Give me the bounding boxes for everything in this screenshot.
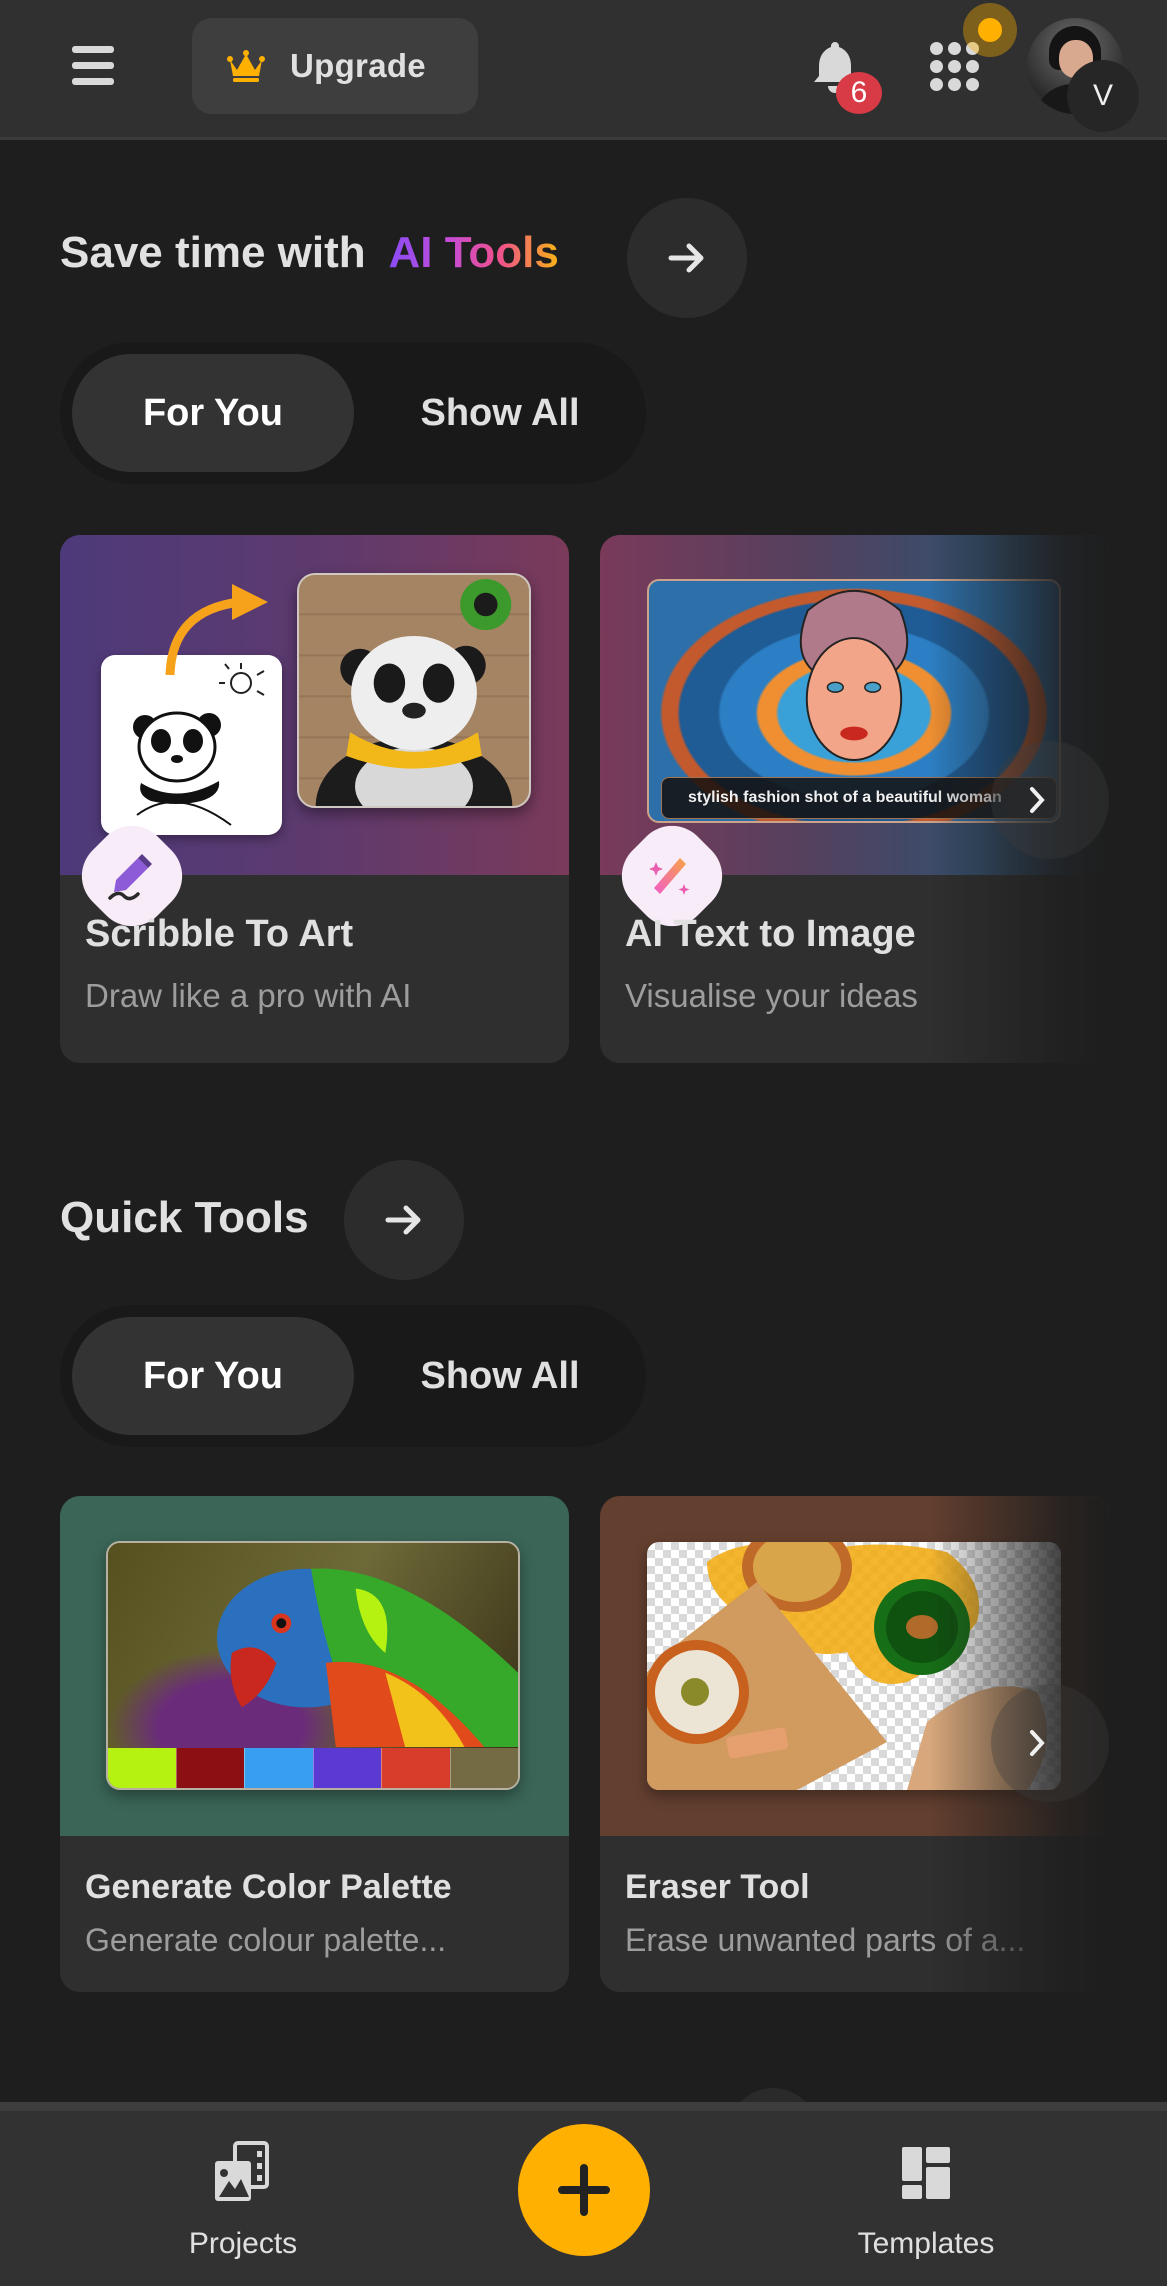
quick-tools-filter-tabs: For You Show All <box>60 1305 646 1447</box>
projects-media-icon <box>215 2141 269 2201</box>
panda-sketch-icon <box>133 663 265 826</box>
top-app-bar: Upgrade 6 V <box>0 0 1167 140</box>
nav-projects[interactable]: Projects <box>133 2141 353 2281</box>
ai-tools-section-title: Save time with AI Tools <box>60 228 559 278</box>
nav-projects-label: Projects <box>188 2227 298 2260</box>
card-title: Scribble To Art <box>85 913 354 955</box>
scribble-hero-image <box>60 535 569 875</box>
palette-swatch <box>175 1748 244 1788</box>
apps-indicator-dot <box>978 18 1002 42</box>
palette-swatch <box>108 1748 176 1788</box>
carousel-next-button[interactable] <box>991 741 1109 859</box>
palette-swatches <box>108 1748 518 1788</box>
quick-tools-see-all-button[interactable] <box>344 1160 464 1280</box>
nav-templates[interactable]: Templates <box>816 2141 1036 2281</box>
tool-card-scribble-to-art[interactable]: Scribble To Art Draw like a pro with AI <box>60 535 569 1063</box>
upgrade-button[interactable]: Upgrade <box>192 18 478 114</box>
arrow-right-icon <box>385 1205 421 1235</box>
palette-swatch <box>381 1748 450 1788</box>
account-initial-badge[interactable]: V <box>1067 60 1139 132</box>
card-subtitle: Generate colour palette... <box>85 1922 447 1958</box>
chevron-right-icon <box>1030 1730 1045 1756</box>
plus-icon <box>558 2164 610 2216</box>
quick-tools-section-title: Quick Tools <box>60 1193 309 1242</box>
tool-card-generate-color-palette[interactable]: Generate Color Palette Generate colour p… <box>60 1496 569 1992</box>
create-new-button[interactable] <box>518 2124 650 2256</box>
crown-icon <box>227 50 265 82</box>
palette-swatch <box>449 1748 518 1788</box>
palette-swatch <box>312 1748 381 1788</box>
templates-layout-icon <box>902 2147 950 2199</box>
notification-count-badge: 6 <box>836 72 882 114</box>
tab-for-you[interactable]: For You <box>72 354 354 472</box>
ai-tools-title-highlight: AI Tools <box>388 228 559 277</box>
card-subtitle: Erase unwanted parts of a... <box>625 1922 1026 1958</box>
tab-show-all[interactable]: Show All <box>360 1317 640 1435</box>
sketch-panel <box>101 655 282 835</box>
carousel-next-button[interactable] <box>991 1684 1109 1802</box>
ai-tools-filter-tabs: For You Show All <box>60 342 646 484</box>
hamburger-menu-icon[interactable] <box>72 46 114 86</box>
rendered-panda-image <box>297 573 531 808</box>
nav-templates-label: Templates <box>857 2227 995 2260</box>
card-title: AI Text to Image <box>625 913 916 955</box>
arrow-right-icon <box>668 243 704 273</box>
upgrade-label: Upgrade <box>290 47 426 84</box>
tab-show-all[interactable]: Show All <box>360 354 640 472</box>
parrot-image <box>106 1541 520 1790</box>
card-title: Eraser Tool <box>625 1868 810 1906</box>
tab-for-you[interactable]: For You <box>72 1317 354 1435</box>
chevron-right-icon <box>1030 787 1045 813</box>
palette-swatch <box>244 1748 313 1788</box>
ai-tools-title-prefix: Save time with <box>60 228 366 277</box>
color-palette-hero <box>60 1496 569 1836</box>
card-subtitle: Visualise your ideas <box>625 977 918 1014</box>
prompt-text: stylish fashion shot of a beautiful woma… <box>688 789 1002 806</box>
transform-arrow-icon <box>165 584 268 676</box>
card-subtitle: Draw like a pro with AI <box>85 977 412 1014</box>
card-title: Generate Color Palette <box>85 1868 452 1906</box>
ai-tools-see-all-button[interactable] <box>627 198 747 318</box>
